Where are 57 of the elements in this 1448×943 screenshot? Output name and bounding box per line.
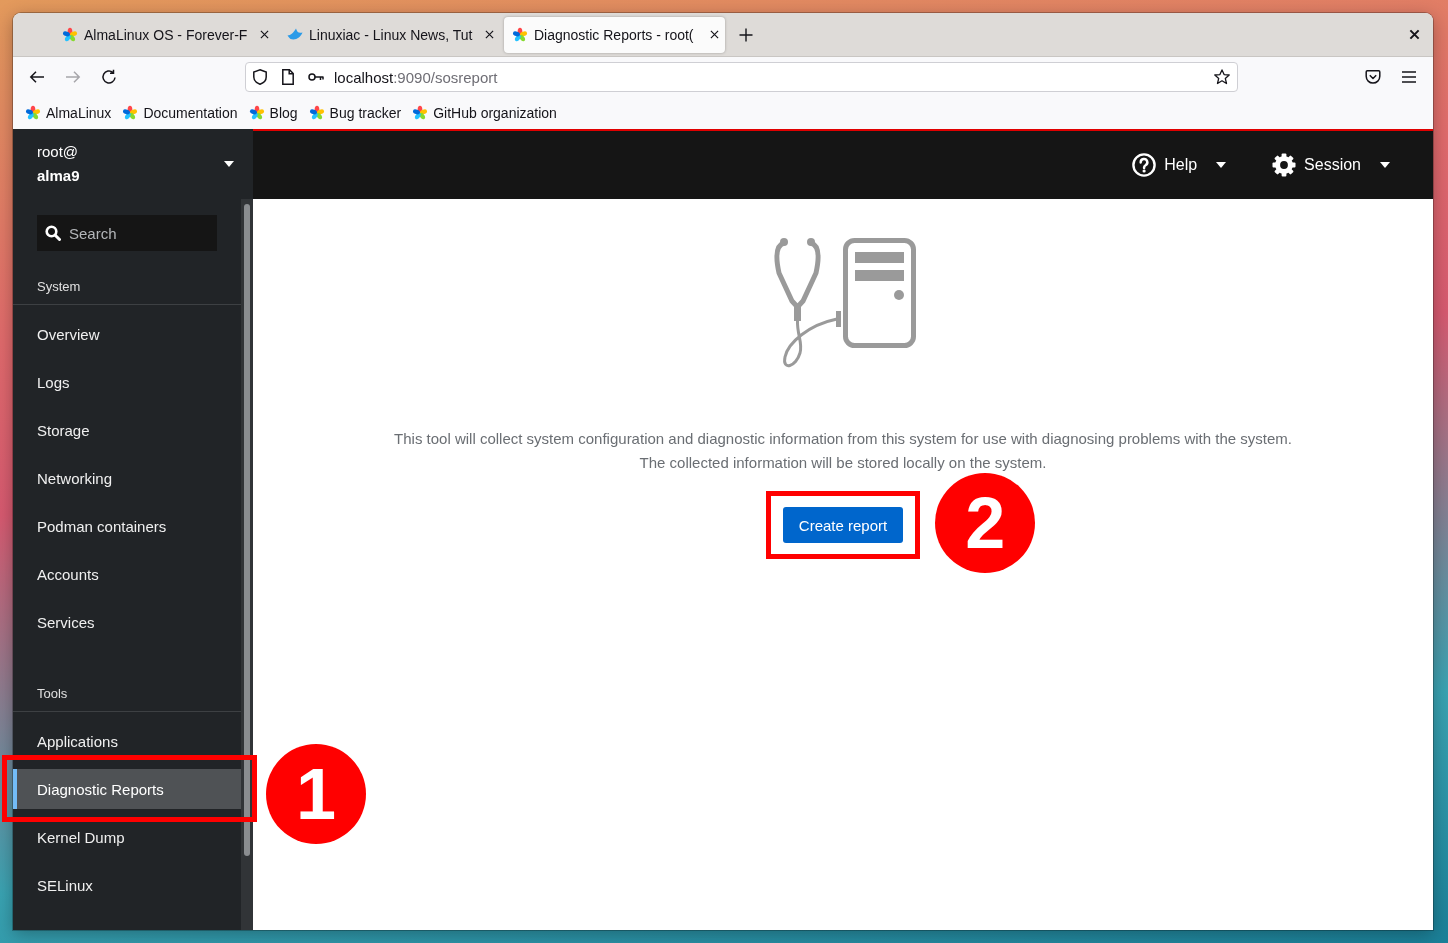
flower-icon — [122, 105, 139, 121]
bookmark-link[interactable]: Bug tracker — [304, 101, 406, 125]
caret-icon — [224, 161, 234, 167]
browser-tab[interactable]: Diagnostic Reports - root( — [504, 16, 725, 53]
flower-icon — [248, 105, 265, 121]
reload-icon — [101, 69, 117, 85]
close-icon[interactable] — [1409, 29, 1420, 40]
page-icon — [280, 69, 296, 85]
flower-icon — [62, 26, 78, 43]
search-field[interactable]: Search — [37, 215, 217, 251]
description-text: The collected information will be stored locally on the system. — [639, 453, 1047, 473]
help-menu-button[interactable]: Help — [1124, 143, 1235, 187]
close-icon[interactable] — [260, 30, 269, 39]
shield-icon — [252, 69, 268, 85]
gear-icon — [1272, 153, 1297, 177]
forward-arrow-icon — [65, 69, 81, 85]
browser-tab[interactable]: AlmaLinux OS - Forever-F — [54, 16, 275, 53]
bookmark-link[interactable]: Documentation — [118, 101, 242, 125]
flower-icon — [308, 105, 325, 121]
nav-item[interactable]: Networking — [13, 458, 241, 498]
browser-tab[interactable]: Linuxiac - Linux News, Tut — [279, 16, 500, 53]
nav-item[interactable]: Applications — [13, 721, 241, 761]
nav-item[interactable]: SELinux — [13, 865, 241, 905]
back-arrow-icon — [29, 69, 45, 85]
nav-item[interactable]: Storage — [13, 410, 241, 450]
star-icon[interactable] — [1214, 69, 1230, 85]
create-report-button[interactable]: Create report — [782, 507, 904, 543]
address-field[interactable]: localhost:9090/sosreport — [245, 62, 1238, 92]
menu-icon — [1401, 69, 1417, 85]
plus-icon[interactable] — [739, 27, 753, 42]
nav-item[interactable]: Services — [13, 602, 241, 642]
section-title: Tools — [37, 686, 68, 701]
close-icon[interactable] — [485, 30, 494, 39]
help-icon — [1132, 153, 1157, 177]
flower-icon — [412, 105, 429, 121]
search-icon — [45, 225, 61, 241]
scrollbar[interactable] — [241, 199, 253, 930]
bookmark-link[interactable]: AlmaLinux — [21, 101, 116, 125]
nav-item[interactable]: Overview — [13, 314, 241, 354]
caret-icon — [1380, 162, 1390, 168]
nav-item[interactable]: Kernel Dump — [13, 817, 241, 857]
nav-item[interactable]: Diagnostic Reports — [13, 769, 241, 809]
bookmark-link[interactable]: GitHub organization — [408, 101, 561, 125]
close-icon[interactable] — [710, 30, 719, 39]
callout-badge: 2 — [935, 473, 1036, 573]
nav-item[interactable]: Logs — [13, 362, 241, 402]
description-text: This tool will collect system configuration and diagnostic information from this system for use with diagnosing problems with the system. — [394, 429, 1292, 449]
caret-icon — [1216, 162, 1227, 168]
section-title: System — [37, 279, 81, 294]
flower-icon — [25, 105, 41, 121]
pocket-icon — [1365, 69, 1381, 85]
flower-icon — [512, 26, 528, 43]
nav-item[interactable]: Podman containers — [13, 506, 241, 546]
nav-item[interactable]: Accounts — [13, 554, 241, 594]
session-menu-button[interactable]: Session — [1264, 143, 1398, 187]
bookmark-link[interactable]: Blog — [244, 101, 302, 125]
host-switcher[interactable]: root@ alma9 — [13, 129, 253, 199]
